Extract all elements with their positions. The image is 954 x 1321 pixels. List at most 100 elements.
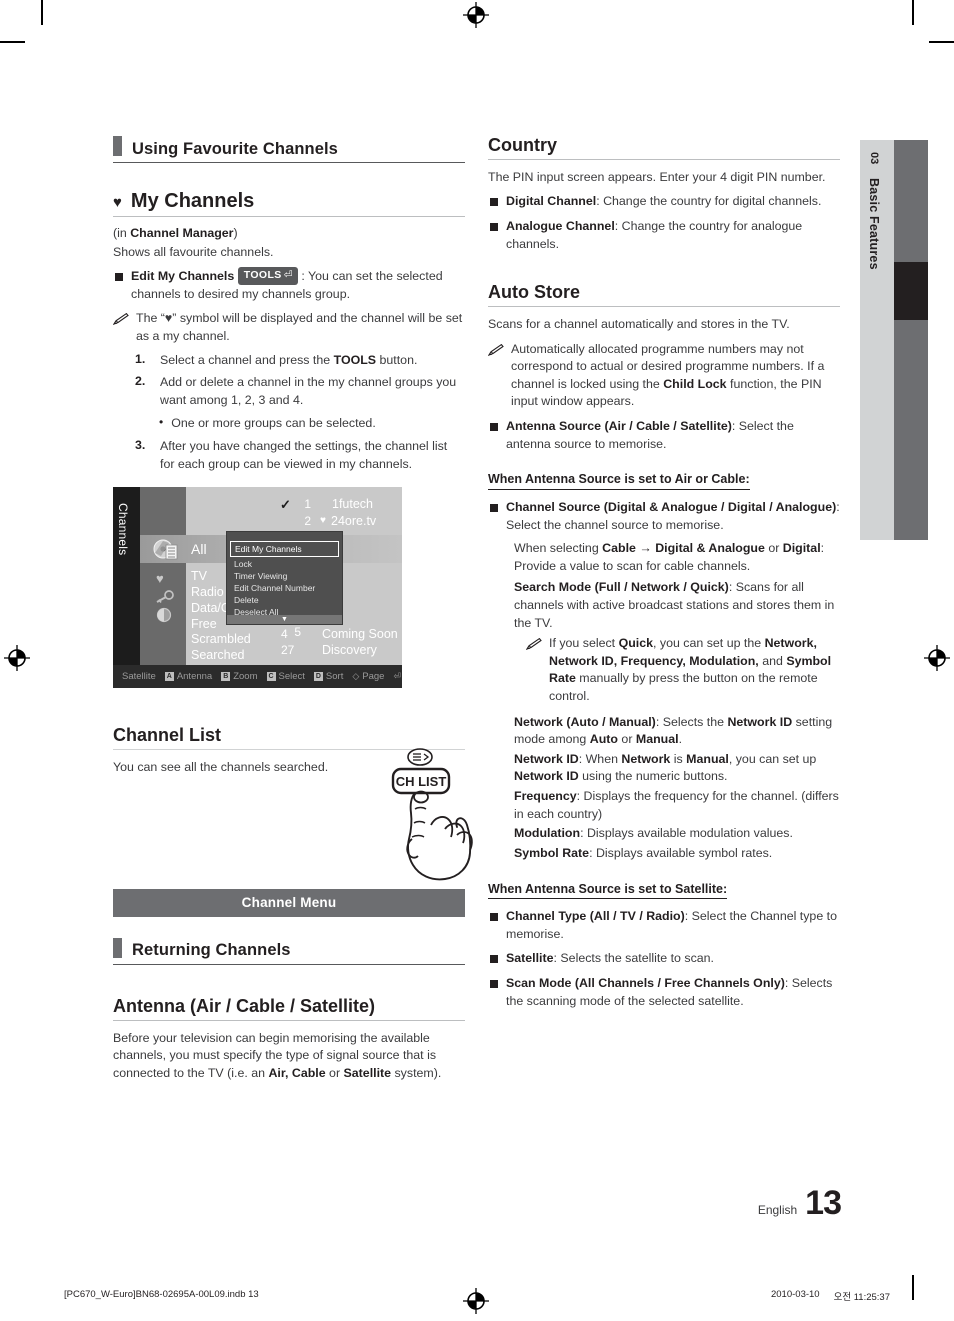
left-column: Using Favourite Channels ♥ My Channels (… [112,136,473,1082]
entry-mid: : When [578,751,622,766]
tv-channel-name: 1futech [332,497,374,512]
entry-mid3: or [617,732,636,747]
yellow-key-icon: C [266,672,276,682]
entry-mid: : Displays available symbol rates. [589,845,773,860]
bullet-body: Edit My Channels TOOLS ⏎ : You can set th… [131,267,465,303]
crop-mark-top-left-v [41,0,43,25]
tv-context-menu-item[interactable]: Timer Viewing [227,570,342,582]
square-bullet-icon [115,273,123,282]
square-bullet-icon [490,423,498,432]
tv-channel-manager-screenshot: Channels ✓ 1 1futech 2 ♥ 24ore.tv 1 3 2 … [113,487,402,689]
cable-arrow: → [635,541,656,556]
tv-category-item[interactable]: Searched [191,648,252,664]
cable-pre: When selecting [514,541,603,556]
step-body: Select a channel and press the TOOLS but… [160,352,465,370]
tv-context-menu-item[interactable]: Delete [227,594,342,606]
blue-key-icon: D [313,672,323,682]
entry-label: Frequency [514,789,577,804]
square-bullet-icon [490,955,498,964]
tv-selected-row-label: All [191,541,207,558]
entry-network: Network (Auto / Manual): Selects the Net… [514,714,840,749]
square-bullet-icon [490,913,498,922]
bullet-label: Scan Mode (All Channels / Free Channels … [506,975,785,990]
imprint-file: [PC670_W-Euro]BN68-02695A-00L09.indb 13 [64,1289,259,1300]
bullet-digital-channel: Digital Channel: Change the country for … [488,193,840,211]
tv-context-menu-item[interactable]: Edit Channel Number [227,582,342,594]
step-1: 1. Select a channel and press the TOOLS … [135,352,465,370]
entry-mid: : Displays available modulation values. [580,826,793,841]
cable-paragraph: When selecting Cable → Digital & Analogu… [488,540,840,575]
step-bold: TOOLS [333,352,377,367]
tv-footer-item-tools[interactable]: ⏎Tools [393,671,402,682]
bullet-body: Antenna Source (Air / Cable / Satellite)… [506,418,840,453]
heading-auto-store: Auto Store [488,282,840,308]
note-quick-search: If you select Quick, you can set up the … [488,635,840,705]
subtitle-bold: Channel Manager [130,226,234,240]
bullet-channel-type: Channel Type (All / TV / Radio): Select … [488,908,840,943]
tv-footer-item-zoom[interactable]: B Zoom [221,671,258,683]
chapter-title: Basic Features [867,178,881,270]
heading-tick-icon [113,937,122,958]
cable-b1: Cable [602,541,636,556]
chapter-tab: 03 Basic Features [860,140,928,540]
tv-footer-item-sort[interactable]: D Sort [313,671,343,682]
tv-context-menu-more-icon[interactable]: ▼ [227,615,342,625]
tv-context-menu-highlighted-item[interactable]: Edit My Channels [230,541,339,558]
channel-list-glyph-icon [407,748,433,766]
entry-mid: : Selects the [655,714,728,729]
bullet-analogue-channel: Analogue Channel: Change the country for… [488,218,840,253]
bullet-label: Satellite [506,951,554,966]
entry-mid3: , you can set up [728,751,817,766]
entry-network-id: Network ID: When Network is Manual, you … [514,751,840,786]
imprint-timestamp: 2010-03-10 오전 11:25:37 [771,1289,890,1303]
tv-footer-item-page[interactable]: ◇ Page [352,671,384,682]
entry-modulation: Modulation: Displays available modulatio… [514,825,840,843]
square-bullet-icon [490,223,498,232]
registration-mark-top [463,2,489,28]
step-number: 2. [135,374,146,389]
pencil-note-icon [525,637,542,705]
right-column: Country The PIN input screen appears. En… [487,135,840,1010]
tv-channel-number: 2 [304,514,311,529]
imprint-footer: [PC670_W-Euro]BN68-02695A-00L09.indb 13 … [64,1289,890,1303]
tv-footer-item-satellite[interactable]: Satellite [122,671,156,682]
tv-footer-label: Zoom [233,671,258,683]
quick-mid: , you can set up the [653,636,765,651]
cable-mid: or [764,541,783,556]
tools-badge: TOOLS ⏎ [237,267,298,285]
network-entries: Network (Auto / Manual): Selects the Net… [488,714,840,863]
tv-footer-label: Page [362,671,385,683]
tools-badge-label: TOOLS [243,269,282,282]
bullet-text: : Selects the satellite to scan. [553,951,715,966]
crop-mark-top-right-v [912,0,914,25]
tv-context-menu-item[interactable]: Lock [227,558,342,570]
bullet-scan-mode: Scan Mode (All Channels / Free Channels … [488,975,840,1010]
entry-b3: Manual [686,751,729,766]
entry-label: Network ID [514,751,579,766]
page-number-block: English 13 [758,1184,842,1223]
bullet-label: Digital Channel [506,194,597,209]
bullet-label: Antenna Source (Air / Cable / Satellite) [506,419,732,434]
tv-channel-number: 1 [304,497,311,512]
manual-page: 03 Basic Features Using Favourite Channe… [0,0,954,1321]
note-bold: Child Lock [663,376,727,391]
tv-footer-item-antenna[interactable]: A Antenna [164,671,212,682]
green-key-icon: B [221,672,231,682]
antenna-p3: system). [391,1065,442,1080]
entry-b4: Network ID [514,769,579,784]
entry-b2: Network [621,751,671,766]
entry-label: Modulation [514,826,581,841]
heading-country: Country [488,135,840,160]
ch-list-remote-illustration: CH LIST [375,747,490,887]
subtitle-post: ) [233,226,238,240]
tv-scrambled-icon [156,607,172,628]
tv-all-channels-icon [153,539,179,566]
ch-list-button-text: CH LIST [396,774,447,789]
tv-footer-item-select[interactable]: C Select [266,671,305,682]
crop-mark-bottom-right-v [912,1275,914,1300]
cable-b2: Digital & Analogue [655,541,765,556]
tv-category-item[interactable]: Scrambled [191,632,252,648]
tv-footer-bar: Satellite A Antenna B Zoom C Select D Sort ◇… [113,665,402,689]
step-post: button. [376,352,418,367]
step-body: After you have changed the settings, the… [160,439,448,471]
